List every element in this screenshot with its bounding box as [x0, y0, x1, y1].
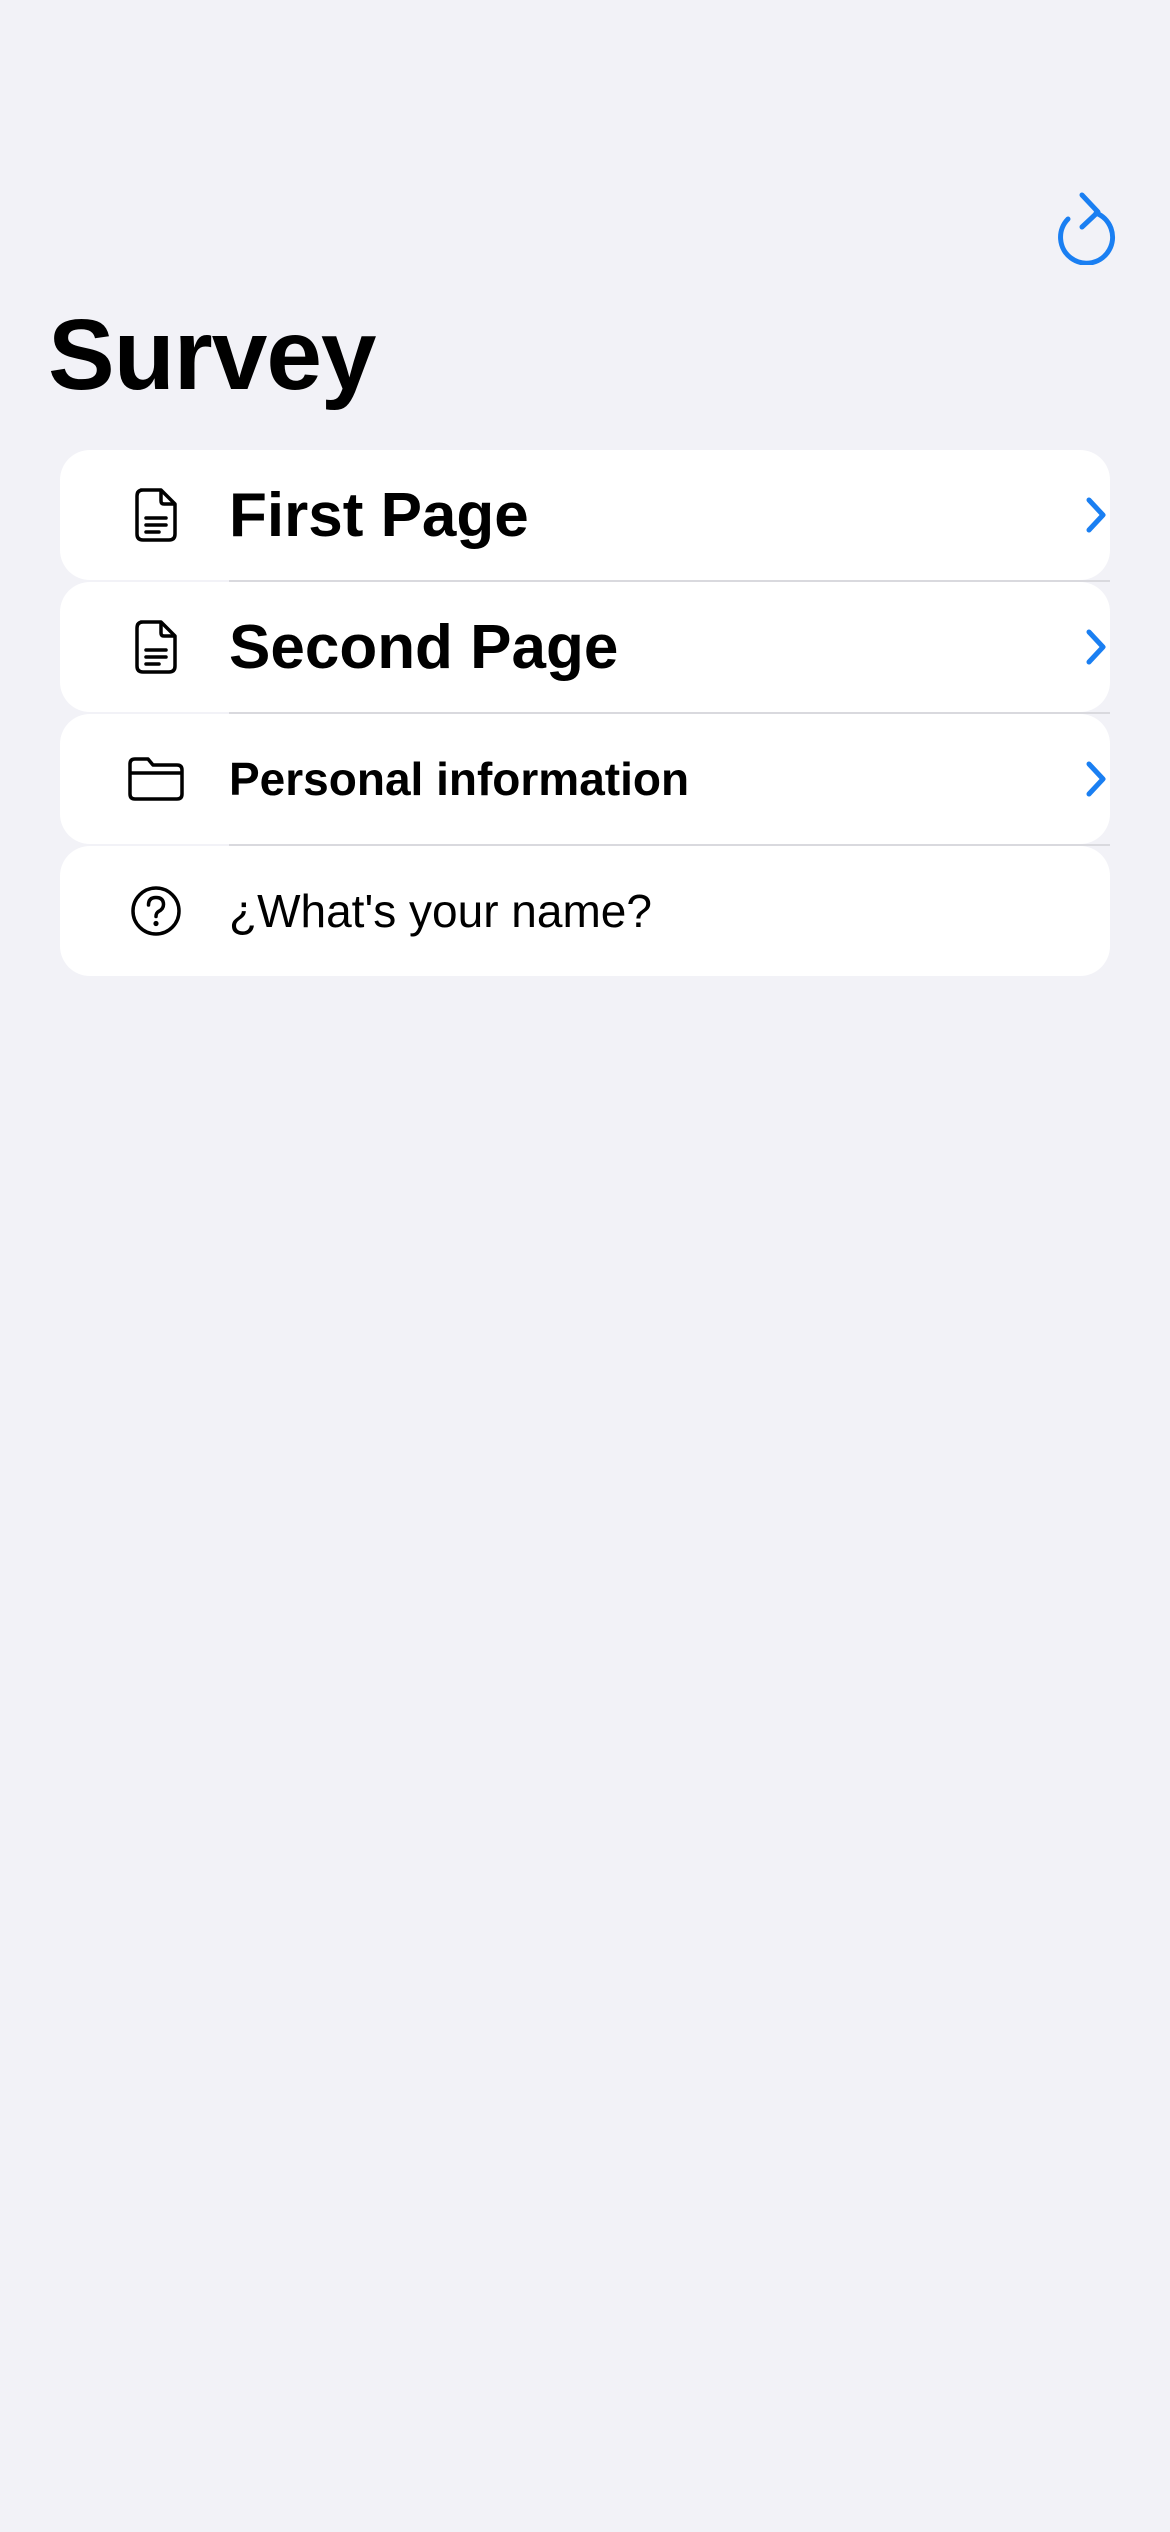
navigation-bar: [0, 0, 1170, 300]
list-item-label: Second Page: [229, 612, 619, 682]
page-title: Survey: [48, 299, 377, 411]
chevron-right-icon: [1076, 582, 1116, 712]
arrow-clockwise-icon: [1058, 192, 1115, 265]
list-item-personal-information[interactable]: Personal information: [60, 714, 1110, 846]
document-icon: [126, 450, 186, 580]
list-item-second-page[interactable]: Second Page: [60, 582, 1110, 714]
refresh-button[interactable]: [1050, 188, 1124, 266]
list-item-first-page[interactable]: First Page: [60, 450, 1110, 582]
list-item-label: Personal information: [229, 753, 690, 805]
folder-icon: [126, 714, 186, 844]
list-item-whats-your-name[interactable]: ¿What's your name?: [60, 846, 1110, 976]
list-item-label: ¿What's your name?: [229, 885, 652, 937]
survey-list: First Page Second Page Personal informat…: [60, 450, 1110, 978]
chevron-right-icon: [1076, 450, 1116, 580]
document-icon: [126, 582, 186, 712]
chevron-right-icon: [1076, 714, 1116, 844]
list-item-label: First Page: [229, 480, 529, 550]
question-circle-icon: [126, 846, 186, 976]
